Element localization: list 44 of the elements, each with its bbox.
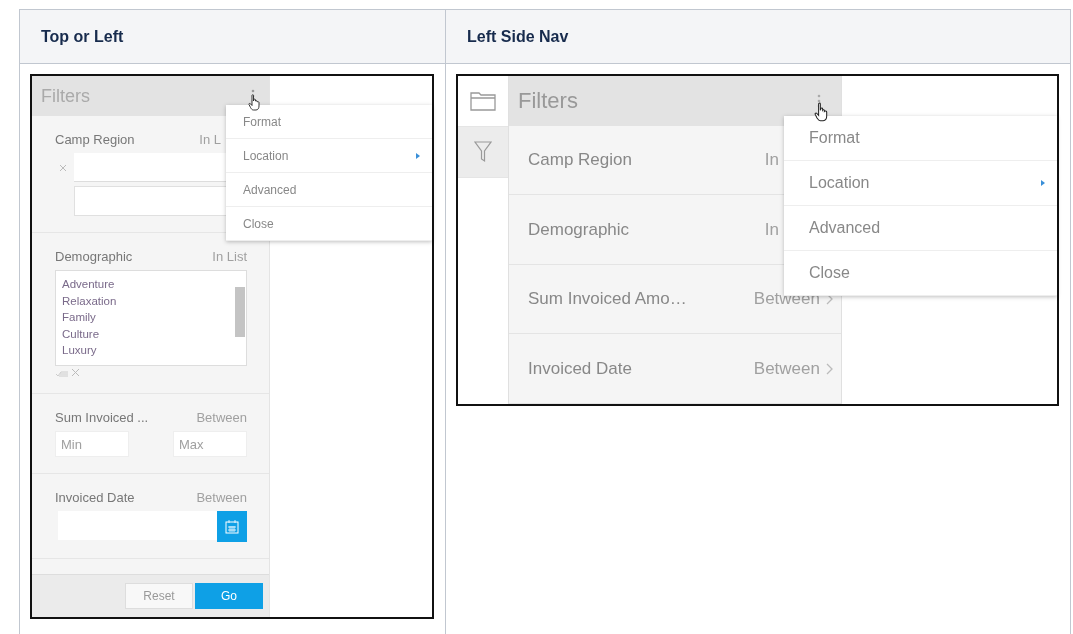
panel-title: Filters — [41, 85, 90, 107]
list-box[interactable]: Adventure Relaxation Family Culture Luxury — [55, 270, 247, 366]
clear-icon[interactable] — [71, 368, 80, 377]
list-option[interactable]: Relaxation — [62, 292, 228, 310]
calendar-icon — [224, 518, 240, 535]
filter-label[interactable]: Invoiced Date — [528, 358, 748, 379]
column-header: Top or Left — [19, 9, 446, 64]
remove-icon[interactable] — [59, 163, 67, 172]
filter-label: Invoiced Date — [55, 490, 135, 505]
filter-operator: In L — [199, 132, 221, 147]
date-field[interactable] — [58, 511, 217, 540]
list-option[interactable]: Family — [62, 309, 228, 326]
chevron-right-icon[interactable] — [826, 362, 833, 375]
list-option[interactable]: Adventure — [62, 276, 228, 293]
menu-item[interactable]: Location — [226, 139, 432, 173]
menu-item[interactable]: Advanced — [784, 206, 1057, 251]
filter-label: Demographic — [55, 249, 133, 264]
filter-operator: Between — [753, 358, 820, 379]
menu-item[interactable]: Close — [784, 251, 1057, 296]
menu-item[interactable]: Location — [784, 161, 1057, 206]
max-field[interactable]: Max — [173, 431, 247, 457]
menu-item[interactable]: Close — [226, 207, 432, 241]
filter-operator: Between — [196, 490, 247, 505]
reset-button[interactable]: Reset — [125, 583, 193, 609]
filter-label: Sum Invoiced ... — [55, 410, 149, 425]
filter-label: Camp Region — [55, 132, 135, 147]
filter-operator: Between — [196, 410, 247, 425]
min-field[interactable]: Min — [55, 431, 129, 457]
go-button[interactable]: Go — [195, 583, 263, 609]
column-header: Left Side Nav — [445, 9, 1071, 64]
filter-operator: In — [764, 149, 779, 170]
filter-icon — [474, 141, 492, 163]
menu-item[interactable]: Advanced — [226, 173, 432, 207]
filter-label[interactable]: Sum Invoiced Amo… — [528, 289, 748, 310]
folder-icon — [470, 91, 496, 111]
panel-title: Filters — [518, 87, 578, 114]
calendar-button[interactable] — [217, 511, 247, 542]
list-option[interactable]: Culture — [62, 325, 228, 343]
filter-label[interactable]: Camp Region — [528, 149, 759, 170]
filter-label[interactable]: Demographic — [528, 219, 759, 240]
list-option[interactable]: Luxury — [62, 342, 228, 359]
filter-operator: In — [764, 219, 779, 240]
nav-tab[interactable] — [458, 127, 508, 178]
filter-operator: In List — [212, 249, 247, 264]
